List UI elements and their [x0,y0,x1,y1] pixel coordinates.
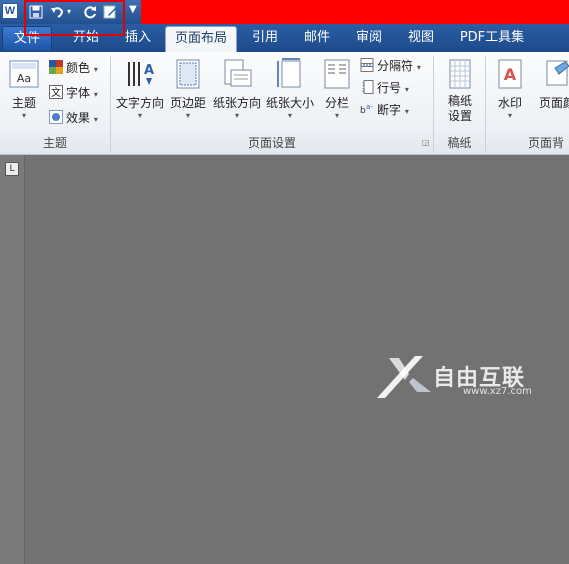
columns-button[interactable]: 分栏 ▾ [319,56,355,130]
orientation-label: 纸张方向 [212,96,261,110]
svg-text:A: A [504,65,517,84]
breaks-icon [360,58,374,72]
page-color-label: 页面颜 [538,96,569,110]
svg-text:文: 文 [51,86,61,99]
theme-fonts-button[interactable]: 文字体 ▾ [49,83,98,103]
paper-size-icon [274,58,306,90]
ribbon-panel: Aa 主题 ▾ 颜色 ▾ 文字体 ▾ 效果 ▾ 主题 A 文字方向 ▾ 页边距 … [0,52,569,155]
columns-label: 分栏 [324,96,349,110]
effects-label: 效果 [66,111,91,125]
margins-icon [172,58,204,90]
effects-icon [49,110,63,124]
text-direction-label: 文字方向 [115,96,164,110]
manuscript-settings-button[interactable]: 稿纸 设置 [437,56,483,130]
paper-size-button[interactable]: 纸张大小 ▾ [264,56,316,130]
watermark-x-logo-icon [377,356,431,398]
themes-dropdown-icon: ▾ [21,111,26,120]
chevron-down-icon: ▾ [137,111,142,120]
hyphenation-label: 断字 [377,103,402,117]
chevron-down-icon: ▾ [507,111,512,120]
page-color-button[interactable]: 页面颜 [532,56,569,130]
red-highlight-banner [141,0,569,24]
page-background-group-label: 页面背 [527,136,564,150]
tab-selector-icon[interactable]: L [5,162,19,176]
themes-label: 主题 [11,96,36,110]
chevron-down-icon: ▾ [416,63,421,72]
chevron-down-icon: ▾ [185,111,190,120]
watermark-label: 水印 [497,96,522,110]
orientation-button[interactable]: 纸张方向 ▾ [211,56,263,130]
line-numbers-icon: 12 [360,80,374,94]
page-color-icon [541,58,569,90]
manuscript-icon [444,58,476,90]
hyphenation-button[interactable]: b a- 断字 ▾ [360,100,409,120]
margins-button[interactable]: 页边距 ▾ [167,56,209,130]
vertical-ruler: L [0,155,25,564]
paper-size-label: 纸张大小 [265,96,314,110]
svg-text:2: 2 [362,88,365,94]
text-direction-icon: A [124,58,156,90]
customize-quick-access-icon[interactable]: ▼ [129,4,137,15]
site-watermark: 自由互联 www.xz7.com [375,352,565,402]
watermark-url-text: www.xz7.com [463,386,532,397]
manuscript-group-label: 稿纸 [447,136,472,150]
chevron-down-icon: ▾ [93,115,98,124]
columns-icon [321,58,353,90]
margins-label: 页边距 [169,96,206,110]
chevron-down-icon: ▾ [93,90,98,99]
fonts-label: 字体 [66,86,91,100]
theme-effects-button[interactable]: 效果 ▾ [49,108,98,128]
hyphenation-icon: b a- [360,102,374,116]
page-setup-group-label: 页面设置 [247,136,296,150]
page-setup-dialog-launcher-icon[interactable]: ◲ [422,138,431,147]
tab-view[interactable]: 视图 [400,26,442,50]
svg-text:a-: a- [366,103,373,111]
tab-references[interactable]: 引用 [244,26,286,50]
breaks-button[interactable]: 分隔符 ▾ [360,56,421,76]
tab-page-layout[interactable]: 页面布局 [165,26,237,52]
fonts-icon: 文 [49,85,63,99]
colors-icon [49,60,63,74]
chevron-down-icon: ▾ [93,65,98,74]
colors-label: 颜色 [66,61,91,75]
themes-button[interactable]: Aa 主题 ▾ [4,56,44,130]
themes-icon: Aa [8,58,40,90]
svg-text:Aa: Aa [17,72,31,85]
manuscript-label-line2: 设置 [447,109,472,123]
manuscript-label-line1: 稿纸 [447,94,472,108]
theme-group-label: 主题 [42,136,67,150]
watermark-icon: A [494,58,526,90]
orientation-icon [221,58,253,90]
svg-text:A: A [144,63,154,78]
tab-review[interactable]: 审阅 [348,26,390,50]
watermark-button[interactable]: A 水印 ▾ [490,56,530,130]
tab-pdf-tools[interactable]: PDF工具集 [452,26,532,50]
chevron-down-icon: ▾ [404,85,409,94]
breaks-label: 分隔符 [377,59,414,73]
quick-access-highlight-box [24,0,125,36]
theme-colors-button[interactable]: 颜色 ▾ [49,58,98,78]
chevron-down-icon: ▾ [287,111,292,120]
line-numbers-label: 行号 [377,81,402,95]
chevron-down-icon: ▾ [234,111,239,120]
line-numbers-button[interactable]: 1 2 行号 ▾ [360,78,409,98]
chevron-down-icon: ▾ [404,107,409,116]
chevron-down-icon: ▾ [334,111,339,120]
word-app-icon[interactable]: W [2,3,18,19]
text-direction-button[interactable]: A 文字方向 ▾ [114,56,166,130]
tab-mailings[interactable]: 邮件 [296,26,338,50]
